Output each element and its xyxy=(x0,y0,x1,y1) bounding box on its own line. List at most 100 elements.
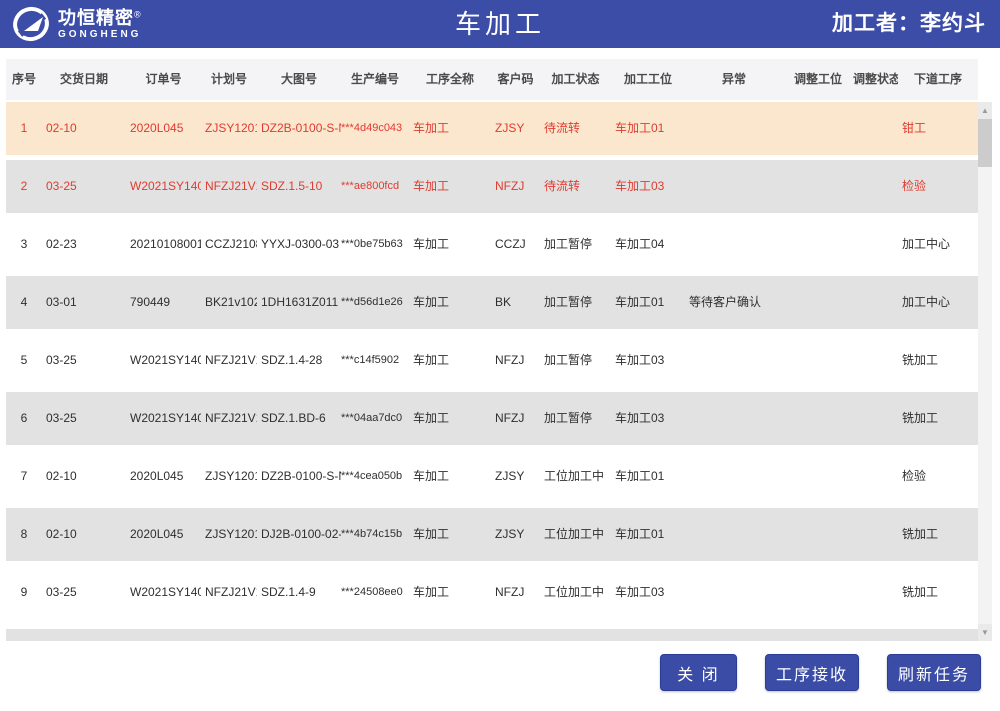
footer-button-bar: 关 闭 工序接收 刷新任务 xyxy=(660,654,981,691)
cell-next-process: 检验 xyxy=(898,160,978,213)
cell-customer-code: ZJSY xyxy=(491,102,540,155)
cell-drawing-no: YYXJ-0300-03 xyxy=(257,218,341,271)
column-header-customer-code: 客户码 xyxy=(491,59,540,100)
vertical-scrollbar[interactable]: ▲ ▼ xyxy=(978,102,992,641)
table-row[interactable]: 702-102020L045ZJSY1201DZ2B-0100-S-N.1***… xyxy=(6,450,978,503)
column-header-plan-no: 计划号 xyxy=(201,59,257,100)
cell-drawing-no: SDZ.1.5-10 xyxy=(257,160,341,213)
cell-drawing-no: 1DH1631Z011 xyxy=(257,276,341,329)
cell-production-no: ***4cea050b xyxy=(341,450,409,503)
cell-plan-no: ZJSY1201 xyxy=(201,102,257,155)
cell-order-no: 2020L045 xyxy=(126,450,201,503)
cell-adjust-station xyxy=(783,566,853,619)
cell-order-no: 2020L045 xyxy=(126,508,201,561)
cell-process-status: 工位加工中 xyxy=(540,566,611,619)
cell-process-name: 车加工 xyxy=(409,450,491,503)
table-row[interactable]: 903-25W2021SY140NFZJ21V1SDZ.1.4-9***2450… xyxy=(6,566,978,619)
cell-order-no: 2020L045 xyxy=(126,102,201,155)
cell-seq: 8 xyxy=(6,508,42,561)
cell-production-no: ***04aa7dc0 xyxy=(341,392,409,445)
cell-seq: 6 xyxy=(6,392,42,445)
cell-seq: 3 xyxy=(6,218,42,271)
cell-next-process: 铣加工 xyxy=(898,334,978,387)
column-header-adjust-station: 调整工位 xyxy=(783,59,853,100)
cell-order-no: W2021SY140 xyxy=(126,392,201,445)
cell-station: 车加工01 xyxy=(611,450,685,503)
table-row[interactable]: 302-23202101080011CCZJ2108YYXJ-0300-03**… xyxy=(6,218,978,271)
scroll-down-button[interactable]: ▼ xyxy=(978,624,992,641)
cell-process-name: 车加工 xyxy=(409,566,491,619)
partially-visible-row[interactable] xyxy=(6,629,978,641)
cell-exception xyxy=(685,160,783,213)
cell-exception xyxy=(685,508,783,561)
cell-adjust-station xyxy=(783,218,853,271)
cell-delivery-date: 02-10 xyxy=(42,508,126,561)
cell-delivery-date: 03-25 xyxy=(42,334,126,387)
top-bar: 功恒精密® GONGHENG 车加工 加工者：李约斗 xyxy=(0,0,1000,48)
cell-delivery-date: 03-25 xyxy=(42,160,126,213)
cell-adjust-station xyxy=(783,102,853,155)
cell-seq: 7 xyxy=(6,450,42,503)
column-header-exception: 异常 xyxy=(685,59,783,100)
cell-order-no: W2021SY140 xyxy=(126,160,201,213)
cell-process-status: 工位加工中 xyxy=(540,450,611,503)
table-row[interactable]: 603-25W2021SY140NFZJ21V1SDZ.1.BD-6***04a… xyxy=(6,392,978,445)
table-row[interactable]: 203-25W2021SY140NFZJ21V1SDZ.1.5-10***ae8… xyxy=(6,160,978,213)
cell-station: 车加工03 xyxy=(611,334,685,387)
cell-seq: 9 xyxy=(6,566,42,619)
cell-next-process: 铣加工 xyxy=(898,566,978,619)
table-row[interactable]: 503-25W2021SY140NFZJ21V1SDZ.1.4-28***c14… xyxy=(6,334,978,387)
column-header-next-process: 下道工序 xyxy=(898,59,978,100)
cell-drawing-no: DZ2B-0100-S-N.1 xyxy=(257,450,341,503)
cell-customer-code: BK xyxy=(491,276,540,329)
cell-plan-no: NFZJ21V1 xyxy=(201,392,257,445)
table-row[interactable]: 102-102020L045ZJSY1201DZ2B-0100-S-N-***4… xyxy=(6,102,978,155)
cell-delivery-date: 02-10 xyxy=(42,102,126,155)
column-header-seq: 序号 xyxy=(6,59,42,100)
cell-customer-code: NFZJ xyxy=(491,160,540,213)
cell-process-name: 车加工 xyxy=(409,334,491,387)
column-header-process-status: 加工状态 xyxy=(540,59,611,100)
cell-seq: 2 xyxy=(6,160,42,213)
cell-plan-no: NFZJ21V1 xyxy=(201,566,257,619)
cell-adjust-status xyxy=(853,450,898,503)
cell-next-process: 加工中心 xyxy=(898,218,978,271)
cell-drawing-no: SDZ.1.4-9 xyxy=(257,566,341,619)
refresh-tasks-button[interactable]: 刷新任务 xyxy=(887,654,981,691)
cell-plan-no: CCZJ2108 xyxy=(201,218,257,271)
lathe-processing-window: 功恒精密® GONGHENG 车加工 加工者：李约斗 序号交货日期订单号计划号大… xyxy=(0,0,1000,711)
cell-station: 车加工01 xyxy=(611,102,685,155)
cell-plan-no: BK21v102 xyxy=(201,276,257,329)
process-accept-button[interactable]: 工序接收 xyxy=(765,654,859,691)
cell-process-name: 车加工 xyxy=(409,160,491,213)
cell-next-process: 铣加工 xyxy=(898,392,978,445)
column-header-delivery-date: 交货日期 xyxy=(42,59,126,100)
operator-label: 加工者：李约斗 xyxy=(832,0,986,48)
cell-process-status: 待流转 xyxy=(540,160,611,213)
table-row[interactable]: 403-01790449BK21v1021DH1631Z011***d56d1e… xyxy=(6,276,978,329)
scroll-up-button[interactable]: ▲ xyxy=(978,102,992,119)
cell-exception xyxy=(685,450,783,503)
cell-drawing-no: DJ2B-0100-02-03 xyxy=(257,508,341,561)
cell-production-no: ***4b74c15b xyxy=(341,508,409,561)
cell-customer-code: ZJSY xyxy=(491,450,540,503)
cell-adjust-station xyxy=(783,450,853,503)
cell-delivery-date: 03-01 xyxy=(42,276,126,329)
cell-next-process: 铣加工 xyxy=(898,508,978,561)
cell-customer-code: ZJSY xyxy=(491,508,540,561)
column-header-adjust-status: 调整状态 xyxy=(853,59,898,100)
cell-customer-code: CCZJ xyxy=(491,218,540,271)
cell-process-name: 车加工 xyxy=(409,392,491,445)
scrollbar-thumb[interactable] xyxy=(978,119,992,167)
cell-seq: 5 xyxy=(6,334,42,387)
cell-station: 车加工04 xyxy=(611,218,685,271)
cell-exception xyxy=(685,392,783,445)
cell-process-status: 加工暂停 xyxy=(540,276,611,329)
cell-order-no: W2021SY140 xyxy=(126,334,201,387)
cell-exception xyxy=(685,102,783,155)
cell-process-status: 加工暂停 xyxy=(540,218,611,271)
table-row[interactable]: 802-102020L045ZJSY1201DJ2B-0100-02-03***… xyxy=(6,508,978,561)
close-button[interactable]: 关 闭 xyxy=(660,654,737,691)
cell-process-name: 车加工 xyxy=(409,102,491,155)
cell-plan-no: NFZJ21V1 xyxy=(201,160,257,213)
